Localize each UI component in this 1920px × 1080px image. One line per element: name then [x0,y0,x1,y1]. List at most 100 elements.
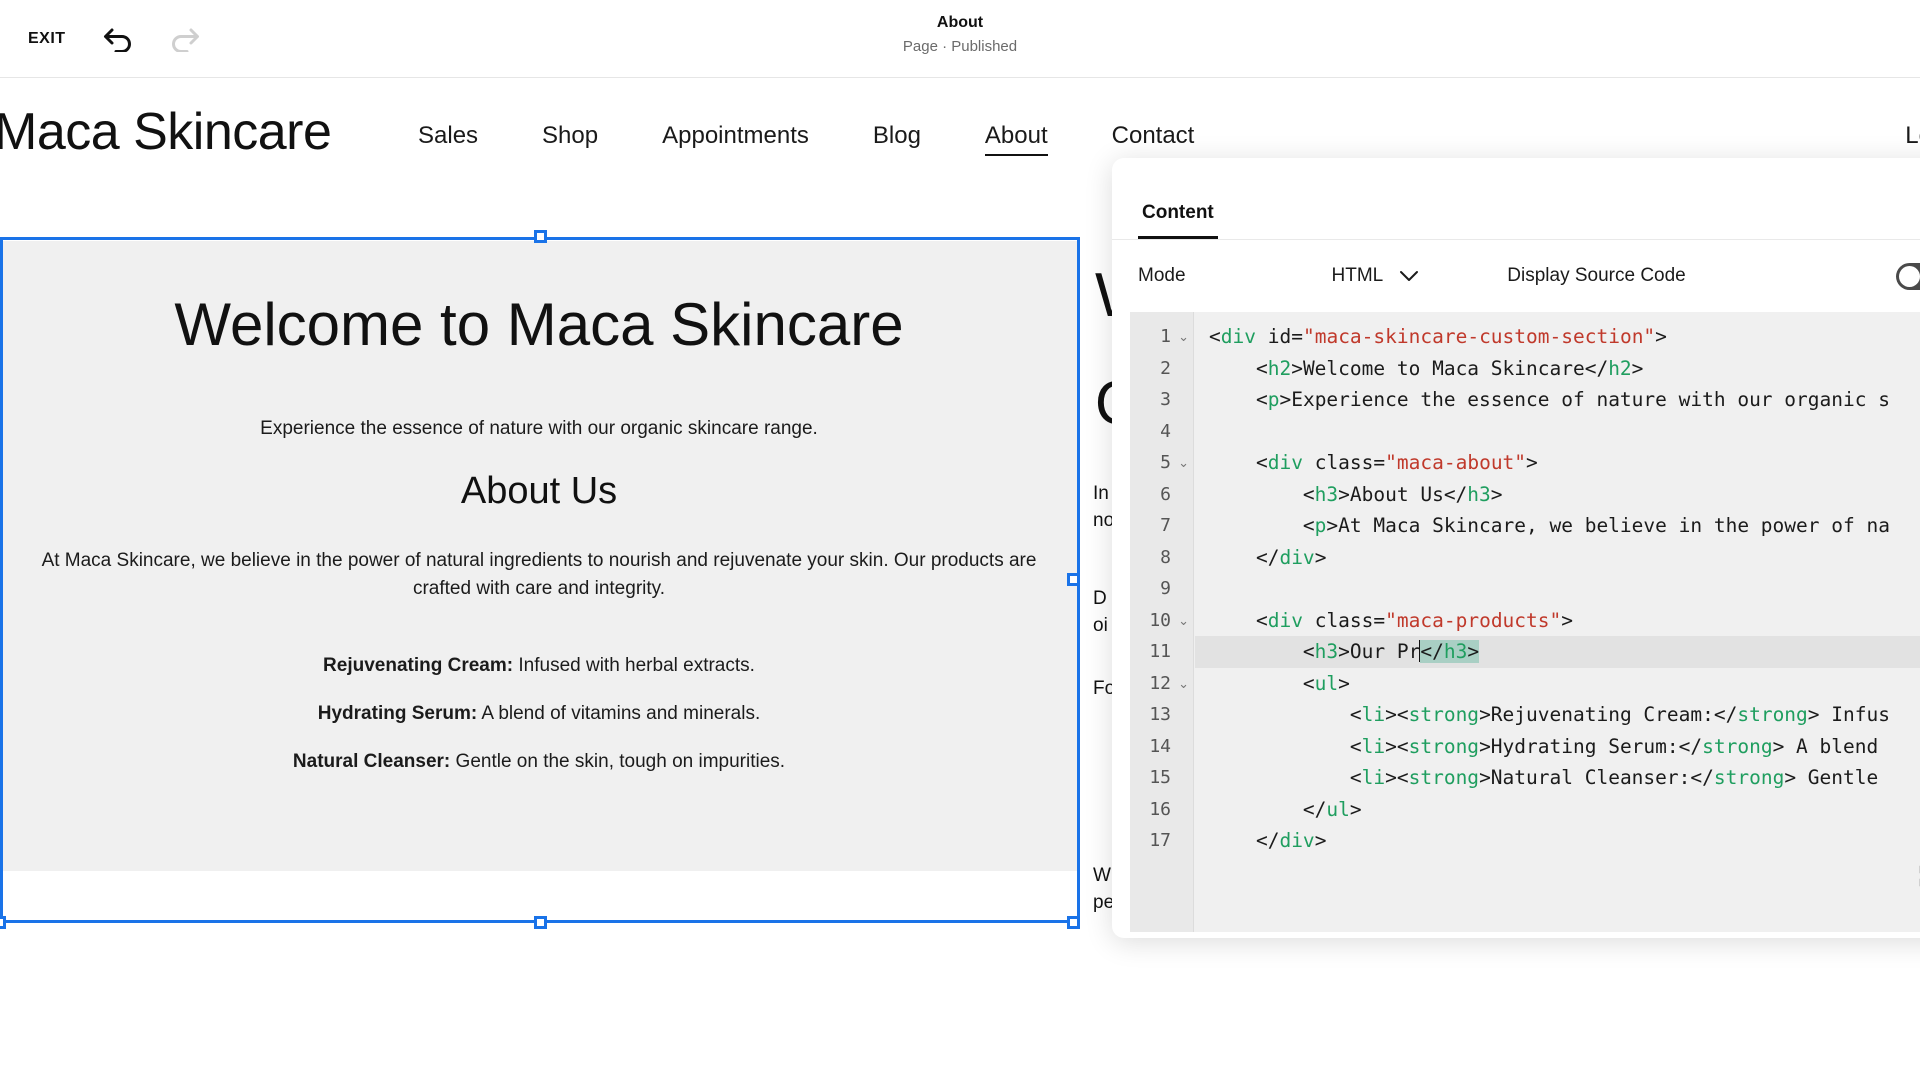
code-token: strong [1713,766,1785,789]
code-line[interactable]: <p>At Maca Skincare, we believe in the p… [1195,510,1920,542]
code-line[interactable]: <li><strong>Hydrating Serum:</strong> A … [1195,731,1920,763]
code-token: strong [1702,734,1773,758]
code-line[interactable]: </div> [1195,825,1920,857]
code-token: li [1361,703,1386,726]
code-token: >< [1385,766,1409,789]
code-token: > Infus [1807,703,1890,726]
redo-button[interactable] [163,19,203,59]
product-name: Rejuvenating Cream: [323,655,514,677]
product-list-item: Natural Cleanser: Gentle on the skin, to… [0,751,1078,773]
editor-code-area[interactable]: <div id="maca-skincare-custom-section"> … [1195,312,1920,932]
chevron-down-icon [1400,270,1419,281]
code-token: >At Maca Skincare, we believe in the pow… [1326,514,1890,537]
code-token: > A blend [1772,734,1879,758]
code-line[interactable]: </ul> [1195,794,1920,826]
resize-handle-bottom-right[interactable] [1067,916,1080,929]
code-token: > [1526,451,1538,474]
code-token: > [1655,325,1667,348]
code-token: h3 [1314,640,1339,663]
selected-section[interactable]: Welcome to Maca Skincare Experience the … [0,230,1080,929]
bg-text-line-2: no [1093,510,1115,531]
product-list: Rejuvenating Cream: Infused with herbal … [0,655,1078,773]
code-token: = [1373,451,1386,474]
product-list-item: Rejuvenating Cream: Infused with herbal … [0,655,1078,677]
code-line[interactable]: <li><strong>Natural Cleanser:</strong> G… [1195,762,1920,794]
product-list-item: Hydrating Serum: A blend of vitamins and… [0,703,1078,725]
code-line[interactable]: <h3>About Us</h3> [1195,479,1920,511]
code-token: </ [1302,797,1327,821]
code-token: > [1490,482,1503,506]
resize-handle-bottom-left[interactable] [0,916,6,929]
code-token: > [1561,608,1574,632]
site-brand[interactable]: Maca Skincare [0,102,332,162]
editor-line-numbers: 1 ⌄ 2 3 4 5 ⌄ 6 7 8 9 10 ⌄ 11 12 ⌄ 13 14 15 16 17 [1130,312,1194,932]
line-number: 2 [1160,357,1171,379]
line-number: 8 [1160,546,1171,568]
code-line[interactable]: <div class="maca-about"> [1195,447,1920,479]
code-token: >< [1385,703,1409,726]
code-fold-chevron-icon[interactable]: ⌄ [1178,447,1189,479]
custom-html-section[interactable]: Welcome to Maca Skincare Experience the … [0,241,1078,871]
nav-link-contact[interactable]: Contact [1112,118,1195,156]
code-line[interactable]: </div> [1195,542,1920,574]
code-line[interactable] [1195,416,1920,448]
mode-selected-value: HTML [1331,265,1384,286]
nav-link-shop[interactable]: Shop [542,118,598,156]
code-token: > [1467,640,1480,663]
product-description: A blend of vitamins and minerals. [477,703,761,725]
exit-button[interactable]: EXIT [28,30,66,48]
code-token: li [1361,734,1386,758]
tab-content[interactable]: Content [1138,202,1218,239]
code-token: div [1267,608,1303,632]
code-token: h2 [1608,356,1632,380]
code-token: strong [1737,703,1808,726]
resize-handle-right-middle[interactable] [1067,573,1080,586]
code-token: < [1255,451,1268,474]
code-fold-chevron-icon[interactable]: ⌄ [1178,668,1189,700]
code-line[interactable] [1195,573,1920,605]
line-number: 15 [1149,767,1171,788]
display-source-code-toggle[interactable] [1896,262,1920,290]
code-token: ul [1314,671,1339,695]
code-token: < [1255,388,1268,411]
code-token: = [1373,608,1386,632]
line-number: 7 [1160,515,1171,536]
nav-link-about[interactable]: About [984,118,1048,156]
code-line[interactable]: <h2>Welcome to Maca Skincare</h2> [1195,353,1920,385]
code-token: class [1314,451,1374,474]
code-fold-chevron-icon[interactable]: ⌄ [1178,605,1189,637]
bg-text-line-3: D [1093,588,1107,609]
line-number: 14 [1149,735,1171,757]
code-token: >Rejuvenating Cream:</ [1479,703,1738,726]
resize-handle-bottom-center[interactable] [534,916,547,929]
code-line[interactable]: <h3>Our Pr</h3> [1195,636,1920,668]
code-token: < [1302,482,1315,506]
code-token: </ [1255,829,1280,852]
code-editor[interactable]: 1 ⌄ 2 3 4 5 ⌄ 6 7 8 9 10 ⌄ 11 12 ⌄ 13 14 15 16 17 <div id="m… [1130,312,1920,932]
app-root: EXIT About Page · Published Maca Skincar… [0,0,1920,1080]
undo-button[interactable] [100,19,140,59]
mode-dropdown[interactable]: HTML [1332,265,1420,287]
product-name: Natural Cleanser: [292,751,451,773]
bg-text-line-6: W [1093,865,1111,886]
nav-link-appointments[interactable]: Appointments [662,118,809,156]
code-token: "maca-skincare-custom-section" [1302,325,1656,348]
code-token: strong [1408,703,1480,726]
code-token: >Our Pr [1338,640,1421,663]
line-number: 4 [1160,420,1171,442]
code-line[interactable]: <li><strong>Rejuvenating Cream:</strong>… [1195,699,1920,731]
display-source-code-label: Display Source Code [1507,265,1686,286]
code-line[interactable]: <p>Experience the essence of nature with… [1195,384,1920,416]
code-line[interactable]: <div id="maca-skincare-custom-section"> [1195,321,1920,353]
code-token: > Gentle [1784,766,1879,789]
line-number: 11 [1149,641,1171,662]
resize-handle-top-center[interactable] [534,230,547,243]
nav-link-blog[interactable]: Blog [873,118,921,156]
nav-login-link[interactable]: Lo [1905,122,1920,150]
nav-link-sales[interactable]: Sales [418,118,478,156]
code-fold-chevron-icon[interactable]: ⌄ [1178,321,1189,353]
code-token: < [1302,671,1315,695]
code-line[interactable]: <ul> [1195,668,1920,700]
line-number: 5 ⌄ [1130,447,1193,479]
code-line[interactable]: <div class="maca-products"> [1195,605,1920,637]
